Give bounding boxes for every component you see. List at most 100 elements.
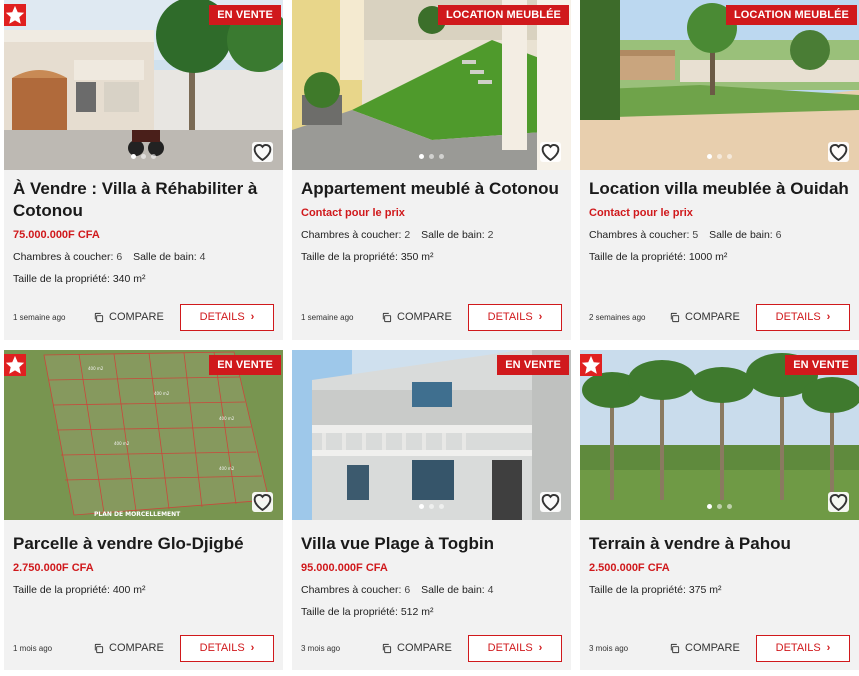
- size-label: Taille de la propriété:: [589, 584, 686, 596]
- listing-rooms: Chambres à coucher: 6 Salle de bain: 4: [301, 583, 562, 597]
- listing-photo[interactable]: EN VENTE: [292, 350, 571, 520]
- size-value: 400 m²: [112, 584, 146, 596]
- listing-footer: 1 semaine ago COMPARE DETAILS ›: [13, 303, 274, 331]
- compare-button[interactable]: COMPARE: [93, 311, 179, 323]
- compare-button[interactable]: COMPARE: [669, 642, 755, 654]
- listing-size: Taille de la propriété: 340 m²: [13, 272, 274, 286]
- bathrooms-value: 4: [199, 251, 206, 263]
- bathrooms-value: 6: [775, 229, 782, 241]
- details-button[interactable]: DETAILS ›: [468, 634, 562, 662]
- plot-label: 400 m2: [154, 391, 170, 396]
- listing-size: Taille de la propriété: 350 m²: [301, 250, 562, 264]
- chevron-right-icon: ›: [250, 311, 255, 323]
- bedrooms-value: 6: [116, 251, 123, 263]
- heart-icon: [541, 494, 560, 512]
- status-badge: LOCATION MEUBLÉE: [725, 5, 857, 25]
- favorite-button[interactable]: [828, 142, 849, 162]
- carousel-dots[interactable]: [580, 504, 859, 509]
- listing-price: 95.000.000F CFA: [301, 562, 388, 574]
- bathrooms-label: Salle de bain:: [421, 229, 485, 241]
- chevron-right-icon: ›: [250, 642, 255, 654]
- listing-card[interactable]: EN VENTE À Vendre : Villa à Réhabiliter …: [4, 0, 283, 340]
- listing-photo[interactable]: LOCATION MEUBLÉE: [292, 0, 571, 170]
- size-value: 1000 m²: [688, 251, 728, 263]
- bedrooms-label: Chambres à coucher:: [589, 229, 690, 241]
- listing-price: Contact pour le prix: [589, 207, 693, 219]
- subdivision-plan-photo: 400 m2 400 m2 400 m2 400 m2 400 m2 PLAN …: [4, 350, 283, 520]
- listing-card[interactable]: LOCATION MEUBLÉE Appartement meublé à Co…: [292, 0, 571, 340]
- listing-price: 75.000.000F CFA: [13, 229, 100, 241]
- listing-footer: 3 mois ago COMPARE DETAILS ›: [301, 634, 562, 662]
- bedrooms-value: 6: [404, 584, 411, 596]
- listing-card[interactable]: EN VENTE Terrain à vendre à Pahou 2.500.…: [580, 350, 859, 670]
- details-button[interactable]: DETAILS ›: [468, 303, 562, 331]
- bedrooms-label: Chambres à coucher:: [13, 251, 114, 263]
- bedrooms-label: Chambres à coucher:: [301, 584, 402, 596]
- listing-body: Location villa meublée à Ouidah Contact …: [589, 178, 850, 264]
- details-button[interactable]: DETAILS ›: [180, 634, 274, 662]
- size-label: Taille de la propriété:: [13, 273, 110, 285]
- compare-button[interactable]: COMPARE: [93, 642, 179, 654]
- chevron-right-icon: ›: [826, 642, 831, 654]
- details-button[interactable]: DETAILS ›: [756, 303, 850, 331]
- copy-icon: [670, 312, 680, 322]
- details-label: DETAILS: [199, 311, 245, 323]
- listing-photo[interactable]: EN VENTE: [4, 0, 283, 170]
- carousel-dots[interactable]: [580, 154, 859, 159]
- listing-card[interactable]: LOCATION MEUBLÉE Location villa meublée …: [580, 0, 859, 340]
- listing-card[interactable]: 400 m2 400 m2 400 m2 400 m2 400 m2 PLAN …: [4, 350, 283, 670]
- listing-body: Appartement meublé à Cotonou Contact pou…: [301, 178, 562, 264]
- compare-label: COMPARE: [397, 311, 452, 323]
- favorite-button[interactable]: [828, 492, 849, 512]
- compare-label: COMPARE: [685, 311, 740, 323]
- details-button[interactable]: DETAILS ›: [756, 634, 850, 662]
- star-icon: [581, 355, 601, 374]
- star-icon: [5, 5, 25, 24]
- carousel-dots[interactable]: [292, 504, 571, 509]
- listing-title[interactable]: À Vendre : Villa à Réhabiliter à Cotonou: [13, 178, 274, 222]
- details-button[interactable]: DETAILS ›: [180, 303, 274, 331]
- garden-photo: [292, 0, 571, 170]
- listing-title[interactable]: Parcelle à vendre Glo-Djigbé: [13, 533, 274, 555]
- heart-icon: [829, 144, 848, 162]
- listing-date: 1 semaine ago: [301, 312, 354, 322]
- listing-title[interactable]: Appartement meublé à Cotonou: [301, 178, 562, 200]
- bedrooms-value: 2: [404, 229, 411, 241]
- listing-title[interactable]: Villa vue Plage à Togbin: [301, 533, 562, 555]
- listing-card[interactable]: EN VENTE Villa vue Plage à Togbin 95.000…: [292, 350, 571, 670]
- compare-button[interactable]: COMPARE: [669, 311, 755, 323]
- status-badge: LOCATION MEUBLÉE: [437, 5, 569, 25]
- heart-icon: [541, 144, 560, 162]
- bathrooms-value: 2: [487, 229, 494, 241]
- size-value: 350 m²: [400, 251, 434, 263]
- plot-label: 400 m2: [219, 466, 235, 471]
- favorite-button[interactable]: [540, 142, 561, 162]
- listing-price: 2.500.000F CFA: [589, 562, 670, 574]
- bathrooms-label: Salle de bain:: [709, 229, 773, 241]
- featured-badge: [4, 4, 26, 26]
- listings-grid: EN VENTE À Vendre : Villa à Réhabiliter …: [4, 0, 859, 676]
- listing-photo[interactable]: LOCATION MEUBLÉE: [580, 0, 859, 170]
- heart-icon: [253, 144, 272, 162]
- copy-icon: [670, 643, 680, 653]
- listing-date: 3 mois ago: [589, 643, 629, 653]
- listing-rooms: Chambres à coucher: 5 Salle de bain: 6: [589, 228, 850, 242]
- listing-photo[interactable]: EN VENTE: [580, 350, 859, 520]
- listing-size: Taille de la propriété: 1000 m²: [589, 250, 850, 264]
- carousel-dots[interactable]: [292, 154, 571, 159]
- carousel-dots[interactable]: [4, 154, 283, 159]
- listing-photo[interactable]: 400 m2 400 m2 400 m2 400 m2 400 m2 PLAN …: [4, 350, 283, 520]
- beach-villa-photo: [292, 350, 571, 520]
- listing-title[interactable]: Location villa meublée à Ouidah: [589, 178, 850, 200]
- compare-button[interactable]: COMPARE: [381, 311, 467, 323]
- favorite-button[interactable]: [540, 492, 561, 512]
- listing-size: Taille de la propriété: 375 m²: [589, 583, 850, 597]
- listing-title[interactable]: Terrain à vendre à Pahou: [589, 533, 850, 555]
- details-label: DETAILS: [199, 642, 245, 654]
- listing-footer: 1 semaine ago COMPARE DETAILS ›: [301, 303, 562, 331]
- favorite-button[interactable]: [252, 142, 273, 162]
- favorite-button[interactable]: [252, 492, 273, 512]
- compare-button[interactable]: COMPARE: [381, 642, 467, 654]
- listing-date: 2 semaines ago: [589, 312, 646, 322]
- listing-price: Contact pour le prix: [301, 207, 405, 219]
